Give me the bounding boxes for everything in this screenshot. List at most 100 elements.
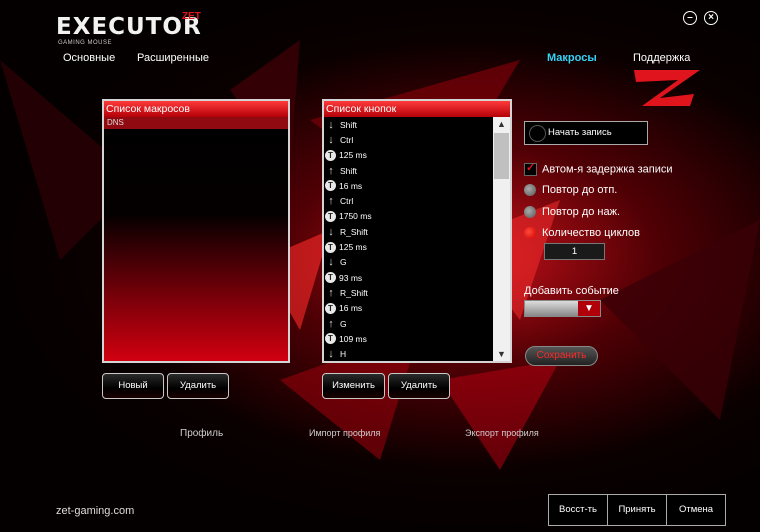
- list-item-label: Shift: [340, 119, 358, 130]
- radio-icon: [524, 206, 536, 219]
- repeat-release-radio[interactable]: Повтор до отп.: [524, 184, 618, 197]
- timer-icon: T: [325, 272, 336, 284]
- profile-label: Профиль: [180, 428, 224, 439]
- timer-icon: T: [325, 333, 336, 345]
- tab-macros[interactable]: Макросы: [547, 52, 597, 64]
- list-item[interactable]: T 125 ms: [324, 148, 492, 163]
- list-item-label: G: [340, 257, 347, 268]
- import-profile-button[interactable]: Импорт профиля: [309, 428, 380, 438]
- list-item-label: Ctrl: [340, 134, 354, 145]
- start-recording-button[interactable]: Начать запись: [524, 121, 648, 145]
- delete-macro-button[interactable]: Удалить: [167, 373, 229, 399]
- auto-delay-checkbox[interactable]: ✓ Автом-я задержка записи: [524, 162, 673, 176]
- export-profile-button[interactable]: Экспорт профиля: [465, 428, 539, 438]
- logo-title: EXECUTOR: [56, 14, 202, 40]
- list-item[interactable]: ↑ Shift: [324, 163, 492, 178]
- arrow-up-icon: ↑: [328, 164, 334, 177]
- timer-icon: T: [325, 241, 336, 253]
- delete-button[interactable]: Удалить: [388, 373, 450, 399]
- timer-icon: T: [325, 180, 336, 192]
- timer-icon: T: [325, 210, 336, 222]
- arrow-up-icon: ↑: [328, 195, 334, 208]
- list-item-label: H: [340, 349, 347, 360]
- add-event-dropdown[interactable]: ▼: [524, 300, 601, 317]
- edit-button[interactable]: Изменить: [322, 373, 385, 399]
- list-item[interactable]: ↓ G: [324, 255, 492, 270]
- list-item-label: 1750 ms: [339, 211, 372, 222]
- list-item[interactable]: T 1750 ms: [324, 209, 492, 224]
- z-logo-icon: [634, 70, 700, 106]
- restore-button[interactable]: Восст-ть: [549, 495, 608, 525]
- list-item[interactable]: T 93 ms: [324, 270, 492, 285]
- macro-list-header: Список макросов: [104, 101, 288, 117]
- timer-icon: T: [325, 149, 336, 161]
- app-logo: EXECUTOR ZET GAMING MOUSE: [56, 11, 202, 46]
- cycle-count-radio[interactable]: Количество циклов: [524, 227, 641, 240]
- radio-selected-icon: [524, 227, 536, 240]
- scroll-down-icon[interactable]: ▼: [493, 347, 510, 361]
- app-window: EXECUTOR ZET GAMING MOUSE – × Основные Р…: [0, 0, 760, 532]
- new-macro-button[interactable]: Новый: [102, 373, 164, 399]
- list-item-label: Ctrl: [340, 196, 354, 207]
- list-item-label: R_Shift: [340, 226, 368, 237]
- timer-icon: T: [325, 302, 336, 314]
- add-event-label: Добавить событие: [524, 285, 619, 297]
- tab-basic[interactable]: Основные: [63, 52, 115, 64]
- repeat-press-label: Повтор до наж.: [542, 206, 621, 218]
- apply-button[interactable]: Принять: [608, 495, 667, 525]
- repeat-press-radio[interactable]: Повтор до наж.: [524, 206, 621, 219]
- record-icon: [529, 125, 546, 142]
- auto-delay-label: Автом-я задержка записи: [542, 163, 673, 176]
- list-item-label: Shift: [340, 165, 358, 176]
- list-item-label: 16 ms: [339, 303, 363, 314]
- bottom-button-bar: Восст-ть Принять Отмена: [548, 494, 726, 526]
- arrow-down-icon: ↓: [328, 348, 334, 361]
- arrow-down-icon: ↓: [328, 133, 334, 146]
- list-item-label: G: [340, 318, 347, 329]
- scrollbar-thumb[interactable]: [494, 133, 509, 179]
- website-link[interactable]: zet-gaming.com: [56, 505, 134, 517]
- checkbox-icon: ✓: [524, 162, 537, 176]
- list-item-label: 93 ms: [339, 272, 363, 283]
- repeat-release-label: Повтор до отп.: [542, 184, 618, 196]
- tab-support[interactable]: Поддержка: [633, 52, 690, 64]
- list-item[interactable]: T 16 ms: [324, 301, 492, 316]
- list-item[interactable]: T 16 ms: [324, 178, 492, 193]
- list-item[interactable]: ↑ R_Shift: [324, 285, 492, 300]
- list-item[interactable]: ↓ H: [324, 346, 492, 361]
- button-list: ↓ Shift ↓ Ctrl T 125 ms ↑ Shift T 16 ms ↑ Ctrl T 1750…: [324, 117, 492, 361]
- list-item[interactable]: ↓ Ctrl: [324, 132, 492, 147]
- button-list-panel: Список кнопок ↓ Shift ↓ Ctrl T 125 ms ↑ Shift T 1…: [322, 99, 512, 363]
- cancel-button[interactable]: Отмена: [667, 495, 725, 525]
- arrow-down-icon: ↓: [328, 225, 334, 238]
- button-list-header: Список кнопок: [324, 101, 510, 117]
- macro-list: DNS: [104, 117, 288, 361]
- cycle-count-label: Количество циклов: [542, 227, 641, 239]
- list-item[interactable]: ↓ Shift: [324, 117, 492, 132]
- close-icon[interactable]: ×: [704, 11, 718, 25]
- list-item-label: 125 ms: [339, 150, 367, 161]
- chevron-down-icon: ▼: [578, 301, 600, 316]
- logo-brand: ZET: [182, 11, 201, 22]
- list-item-label: 125 ms: [339, 242, 367, 253]
- cycle-count-input[interactable]: 1: [544, 243, 605, 260]
- scroll-up-icon[interactable]: ▲: [493, 117, 510, 131]
- list-item[interactable]: DNS: [104, 117, 288, 129]
- arrow-up-icon: ↑: [328, 317, 334, 330]
- macro-list-panel: Список макросов DNS: [102, 99, 290, 363]
- list-item[interactable]: ↑ G: [324, 316, 492, 331]
- list-item[interactable]: ↓ R_Shift: [324, 224, 492, 239]
- arrow-up-icon: ↑: [328, 286, 334, 299]
- radio-icon: [524, 184, 536, 197]
- arrow-down-icon: ↓: [328, 118, 334, 131]
- list-item-label: R_Shift: [340, 287, 368, 298]
- tab-advanced[interactable]: Расширенные: [137, 52, 209, 64]
- save-button[interactable]: Сохранить: [525, 346, 598, 366]
- list-item[interactable]: T 125 ms: [324, 239, 492, 254]
- scrollbar[interactable]: ▲ ▼: [493, 117, 510, 361]
- logo-subtitle: GAMING MOUSE: [58, 40, 113, 46]
- list-item[interactable]: ↑ Ctrl: [324, 193, 492, 208]
- list-item[interactable]: T 109 ms: [324, 331, 492, 346]
- minimize-icon[interactable]: –: [683, 11, 697, 25]
- list-item-label: 16 ms: [339, 180, 363, 191]
